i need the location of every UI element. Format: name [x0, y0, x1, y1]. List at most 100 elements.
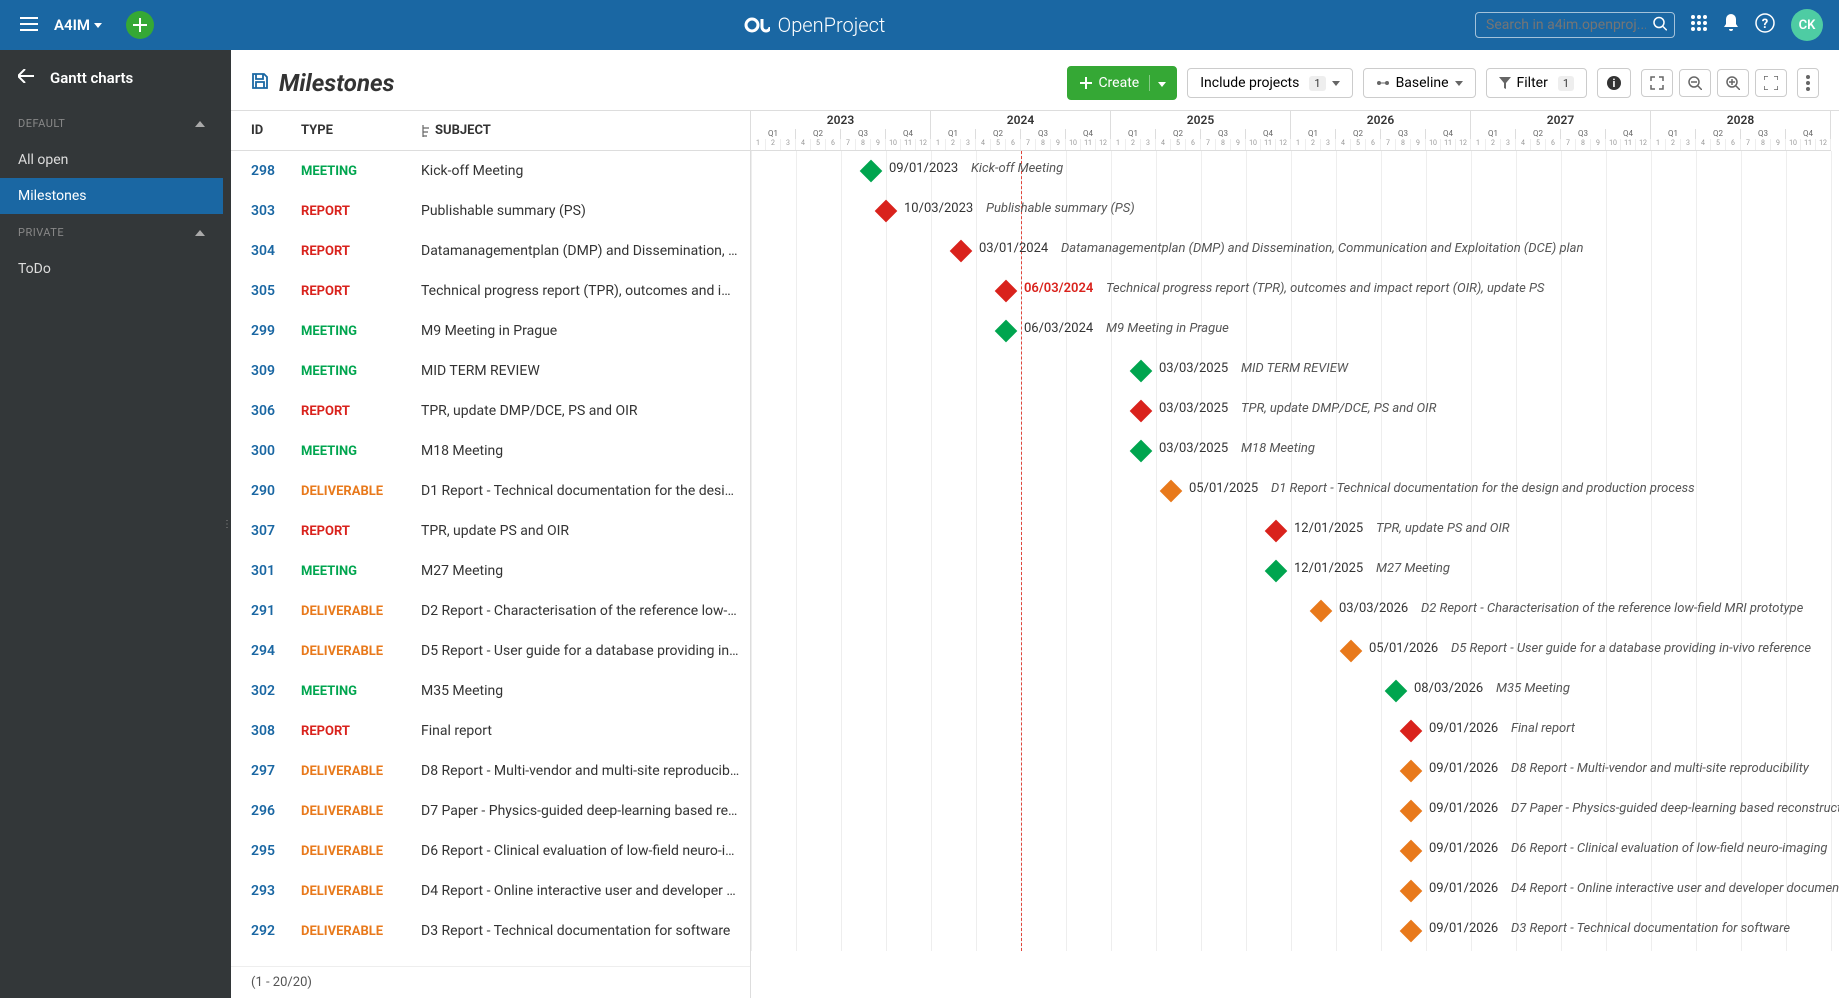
table-row[interactable]: 291DELIVERABLED2 Report - Characterisati…: [231, 591, 750, 631]
table-row[interactable]: 309MEETINGMID TERM REVIEW: [231, 351, 750, 391]
milestone-diamond[interactable]: [1265, 520, 1288, 543]
id-cell[interactable]: 293: [231, 883, 301, 899]
menu-icon[interactable]: [16, 12, 42, 39]
help-icon[interactable]: ?: [1755, 13, 1775, 37]
id-cell[interactable]: 290: [231, 483, 301, 499]
subject-cell[interactable]: Datamanagementplan (DMP) and Disseminati…: [421, 243, 750, 259]
milestone-diamond[interactable]: [1130, 360, 1153, 383]
id-cell[interactable]: 304: [231, 243, 301, 259]
id-cell[interactable]: 294: [231, 643, 301, 659]
milestone-diamond[interactable]: [1130, 400, 1153, 423]
table-row[interactable]: 299MEETINGM9 Meeting in Prague: [231, 311, 750, 351]
notifications-icon[interactable]: [1723, 14, 1739, 36]
sidebar-item-todo[interactable]: ToDo: [0, 251, 223, 287]
milestone-diamond[interactable]: [995, 280, 1018, 303]
table-row[interactable]: 305REPORTTechnical progress report (TPR)…: [231, 271, 750, 311]
id-cell[interactable]: 308: [231, 723, 301, 739]
table-row[interactable]: 300MEETINGM18 Meeting: [231, 431, 750, 471]
subject-cell[interactable]: Publishable summary (PS): [421, 203, 750, 219]
subject-cell[interactable]: MID TERM REVIEW: [421, 363, 750, 379]
subject-cell[interactable]: TPR, update PS and OIR: [421, 523, 750, 539]
zoom-out-button[interactable]: [1679, 69, 1711, 97]
subject-cell[interactable]: D7 Paper - Physics-guided deep-learning …: [421, 803, 750, 819]
subject-cell[interactable]: M9 Meeting in Prague: [421, 323, 750, 339]
sidebar-item-all-open[interactable]: All open: [0, 142, 223, 178]
baseline-button[interactable]: Baseline: [1363, 68, 1476, 98]
search-input[interactable]: [1475, 12, 1675, 38]
table-row[interactable]: 296DELIVERABLED7 Paper - Physics-guided …: [231, 791, 750, 831]
back-arrow-icon[interactable]: [18, 68, 34, 87]
filter-button[interactable]: Filter 1: [1486, 68, 1587, 98]
table-row[interactable]: 307REPORTTPR, update PS and OIR: [231, 511, 750, 551]
sidebar-section-private[interactable]: PRIVATE: [0, 214, 223, 251]
subject-cell[interactable]: Kick-off Meeting: [421, 163, 750, 179]
search-icon[interactable]: [1653, 16, 1667, 35]
subject-cell[interactable]: D3 Report - Technical documentation for …: [421, 923, 750, 939]
milestone-diamond[interactable]: [1160, 480, 1183, 503]
subject-cell[interactable]: D2 Report - Characterisation of the refe…: [421, 603, 750, 619]
table-row[interactable]: 297DELIVERABLED8 Report - Multi-vendor a…: [231, 751, 750, 791]
milestone-diamond[interactable]: [1400, 920, 1423, 943]
subject-cell[interactable]: M18 Meeting: [421, 443, 750, 459]
col-type-header[interactable]: TYPE: [301, 123, 421, 138]
id-cell[interactable]: 303: [231, 203, 301, 219]
id-cell[interactable]: 299: [231, 323, 301, 339]
milestone-diamond[interactable]: [1400, 760, 1423, 783]
milestone-diamond[interactable]: [995, 320, 1018, 343]
id-cell[interactable]: 309: [231, 363, 301, 379]
create-button[interactable]: Create: [1067, 66, 1177, 100]
table-row[interactable]: 294DELIVERABLED5 Report - User guide for…: [231, 631, 750, 671]
project-selector[interactable]: A4IM: [54, 16, 102, 34]
milestone-diamond[interactable]: [1400, 800, 1423, 823]
table-row[interactable]: 304REPORTDatamanagementplan (DMP) and Di…: [231, 231, 750, 271]
id-cell[interactable]: 292: [231, 923, 301, 939]
table-row[interactable]: 303REPORTPublishable summary (PS): [231, 191, 750, 231]
gantt-pane[interactable]: 202320242025202620272028Q1Q2Q3Q4Q1Q2Q3Q4…: [751, 111, 1839, 998]
milestone-diamond[interactable]: [950, 240, 973, 263]
milestone-diamond[interactable]: [1400, 880, 1423, 903]
subject-cell[interactable]: Final report: [421, 723, 750, 739]
id-cell[interactable]: 306: [231, 403, 301, 419]
table-row[interactable]: 295DELIVERABLED6 Report - Clinical evalu…: [231, 831, 750, 871]
table-row[interactable]: 292DELIVERABLED3 Report - Technical docu…: [231, 911, 750, 951]
milestone-diamond[interactable]: [1340, 640, 1363, 663]
id-cell[interactable]: 300: [231, 443, 301, 459]
fullscreen-button[interactable]: [1755, 69, 1787, 97]
table-row[interactable]: 293DELIVERABLED4 Report - Online interac…: [231, 871, 750, 911]
id-cell[interactable]: 301: [231, 563, 301, 579]
subject-cell[interactable]: D8 Report - Multi-vendor and multi-site …: [421, 763, 750, 779]
table-row[interactable]: 301MEETINGM27 Meeting: [231, 551, 750, 591]
milestone-diamond[interactable]: [1400, 720, 1423, 743]
milestone-diamond[interactable]: [1310, 600, 1333, 623]
sidebar-item-milestones[interactable]: Milestones: [0, 178, 223, 214]
subject-cell[interactable]: D4 Report - Online interactive user and …: [421, 883, 750, 899]
table-row[interactable]: 302MEETINGM35 Meeting: [231, 671, 750, 711]
id-cell[interactable]: 302: [231, 683, 301, 699]
subject-cell[interactable]: D1 Report - Technical documentation for …: [421, 483, 750, 499]
sidebar-resize-handle[interactable]: ⋮: [223, 50, 231, 998]
include-projects-button[interactable]: Include projects 1: [1187, 68, 1352, 98]
more-menu-button[interactable]: [1797, 68, 1819, 98]
table-row[interactable]: 306REPORTTPR, update DMP/DCE, PS and OIR: [231, 391, 750, 431]
subject-cell[interactable]: D5 Report - User guide for a database pr…: [421, 643, 750, 659]
milestone-diamond[interactable]: [1130, 440, 1153, 463]
add-project-button[interactable]: [126, 11, 154, 39]
subject-cell[interactable]: TPR, update DMP/DCE, PS and OIR: [421, 403, 750, 419]
id-cell[interactable]: 295: [231, 843, 301, 859]
info-button[interactable]: i: [1597, 68, 1631, 98]
milestone-diamond[interactable]: [1400, 840, 1423, 863]
sidebar-section-default[interactable]: DEFAULT: [0, 105, 223, 142]
table-row[interactable]: 290DELIVERABLED1 Report - Technical docu…: [231, 471, 750, 511]
col-id-header[interactable]: ID: [231, 123, 301, 138]
milestone-diamond[interactable]: [1265, 560, 1288, 583]
table-row[interactable]: 298MEETINGKick-off Meeting: [231, 151, 750, 191]
avatar[interactable]: CK: [1791, 9, 1823, 41]
subject-cell[interactable]: D6 Report - Clinical evaluation of low-f…: [421, 843, 750, 859]
milestone-diamond[interactable]: [860, 160, 883, 183]
milestone-diamond[interactable]: [1385, 680, 1408, 703]
id-cell[interactable]: 296: [231, 803, 301, 819]
id-cell[interactable]: 297: [231, 763, 301, 779]
expand-button[interactable]: [1641, 69, 1673, 97]
save-icon[interactable]: [251, 72, 269, 94]
subject-cell[interactable]: M27 Meeting: [421, 563, 750, 579]
